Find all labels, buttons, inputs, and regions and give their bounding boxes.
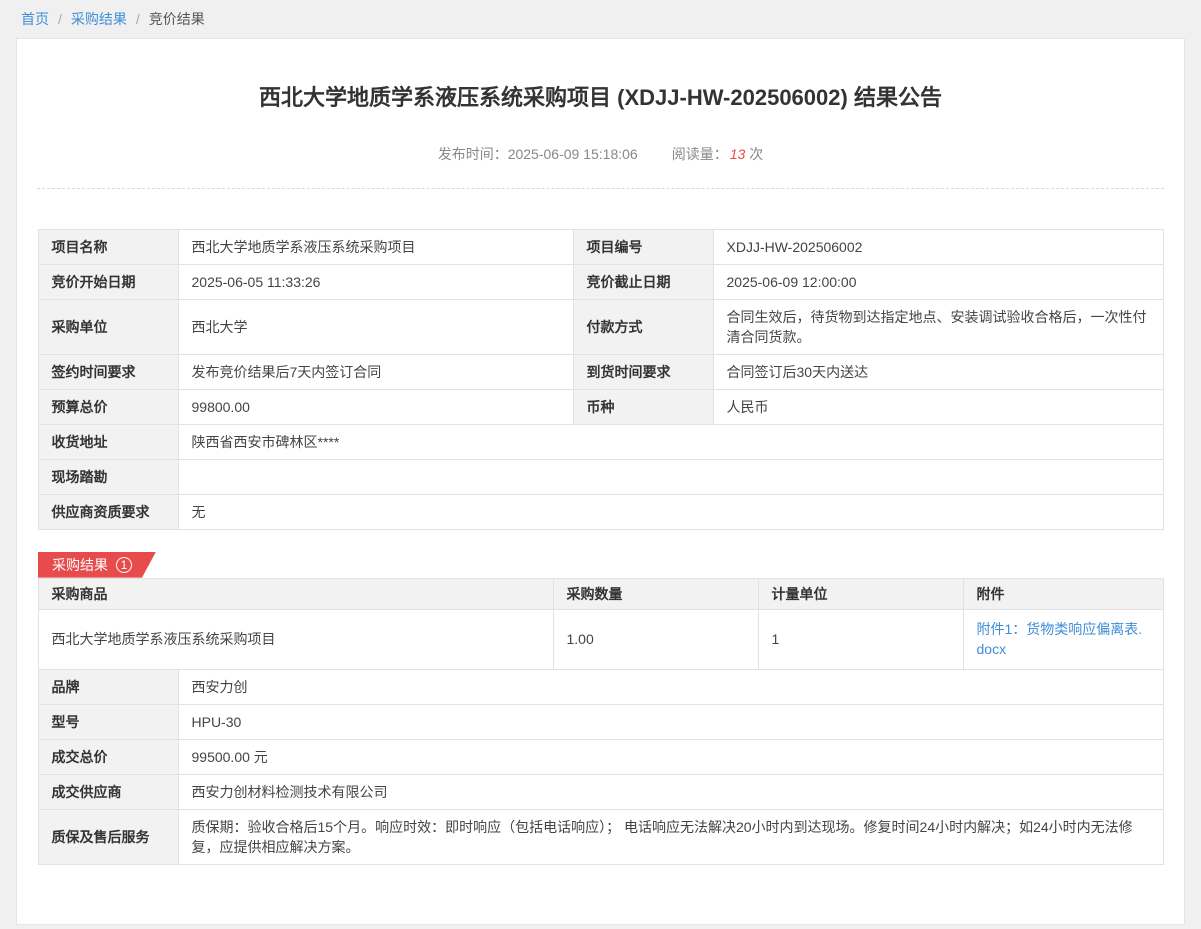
field-label: 到货时间要求 [573,354,713,389]
purchase-result-table: 采购商品采购数量计量单位附件 西北大学地质学系液压系统采购项目1.001 附件1：… [38,578,1164,670]
field-value: 2025-06-05 11:33:26 [178,264,573,299]
field-value: 合同生效后，待货物到达指定地点、安装调试验收合格后，一次性付清合同货款。 [713,299,1163,354]
divider [37,188,1164,189]
project-info-row: 采购单位西北大学付款方式合同生效后，待货物到达指定地点、安装调试验收合格后，一次… [38,299,1163,354]
field-value: 99800.00 [178,389,573,424]
field-label: 现场踏勘 [38,459,178,494]
field-label: 竞价开始日期 [38,264,178,299]
field-label: 币种 [573,389,713,424]
detail-row: 品牌西安力创 [38,669,1163,704]
detail-row: 成交供应商西安力创材料检测技术有限公司 [38,774,1163,809]
result-column-header: 计量单位 [758,578,963,609]
project-info-row: 竞价开始日期2025-06-05 11:33:26竞价截止日期2025-06-0… [38,264,1163,299]
publish-time-value: 2025-06-09 15:18:06 [508,146,638,162]
purchase-result-badge-label: 采购结果 [52,555,108,575]
detail-row: 型号HPU-30 [38,704,1163,739]
detail-label: 型号 [38,704,178,739]
detail-label: 质保及售后服务 [38,809,178,864]
project-info-table: 项目名称西北大学地质学系液压系统采购项目项目编号XDJJ-HW-20250600… [38,229,1164,530]
field-value: 合同签订后30天内送达 [713,354,1163,389]
read-count-value: 13 [730,146,746,162]
detail-value: 99500.00 元 [178,739,1163,774]
result-column-header: 采购数量 [553,578,758,609]
result-column-header: 采购商品 [38,578,553,609]
breadcrumb-item-3: 竞价结果 [149,11,205,27]
read-count-label: 阅读量： [672,146,728,162]
result-row: 西北大学地质学系液压系统采购项目1.001 附件1：货物类响应偏离表.docx [38,609,1163,669]
breadcrumb-separator: / [136,11,140,27]
detail-value: 质保期：验收合格后15个月。响应时效：即时响应（包括电话响应）； 电话响应无法解… [178,809,1163,864]
field-label: 项目名称 [38,229,178,264]
detail-label: 成交总价 [38,739,178,774]
field-value: 人民币 [713,389,1163,424]
detail-row: 质保及售后服务质保期：验收合格后15个月。响应时效：即时响应（包括电话响应）； … [38,809,1163,864]
project-info-row: 签约时间要求发布竞价结果后7天内签订合同到货时间要求合同签订后30天内送达 [38,354,1163,389]
field-value: XDJJ-HW-202506002 [713,229,1163,264]
project-info-row: 预算总价99800.00币种人民币 [38,389,1163,424]
field-label: 竞价截止日期 [573,264,713,299]
field-value: 西北大学 [178,299,573,354]
detail-label: 成交供应商 [38,774,178,809]
result-product: 西北大学地质学系液压系统采购项目 [38,609,553,669]
field-value [178,459,1163,494]
announcement-card: 西北大学地质学系液压系统采购项目 (XDJJ-HW-202506002) 结果公… [16,38,1185,925]
field-label: 付款方式 [573,299,713,354]
detail-label: 品牌 [38,669,178,704]
field-label: 采购单位 [38,299,178,354]
field-value: 陕西省西安市碑林区**** [178,424,1163,459]
purchase-result-count-badge: 1 [116,557,132,573]
publish-time-label: 发布时间： [438,146,508,162]
result-unit: 1 [758,609,963,669]
field-value: 发布竞价结果后7天内签订合同 [178,354,573,389]
field-label: 签约时间要求 [38,354,178,389]
attachment-link[interactable]: 附件1：货物类响应偏离表.docx [977,621,1143,657]
detail-value: 西安力创材料检测技术有限公司 [178,774,1163,809]
field-label: 项目编号 [573,229,713,264]
page-title: 西北大学地质学系液压系统采购项目 (XDJJ-HW-202506002) 结果公… [77,84,1124,113]
project-info-row: 供应商资质要求无 [38,494,1163,529]
read-count-unit: 次 [749,146,763,162]
breadcrumb-separator: / [58,11,62,27]
detail-value: 西安力创 [178,669,1163,704]
field-label: 供应商资质要求 [38,494,178,529]
project-info-row: 现场踏勘 [38,459,1163,494]
breadcrumb: 首页 / 采购结果 / 竞价结果 [0,0,1201,38]
result-column-header: 附件 [963,578,1163,609]
breadcrumb-item-1[interactable]: 首页 [21,11,49,27]
field-label: 收货地址 [38,424,178,459]
deal-detail-table: 品牌西安力创型号HPU-30成交总价99500.00 元成交供应商西安力创材料检… [38,669,1164,865]
field-label: 预算总价 [38,389,178,424]
project-info-row: 项目名称西北大学地质学系液压系统采购项目项目编号XDJJ-HW-20250600… [38,229,1163,264]
result-attachment-cell: 附件1：货物类响应偏离表.docx [963,609,1163,669]
result-quantity: 1.00 [553,609,758,669]
purchase-result-section-header: 采购结果 1 [38,552,1184,578]
detail-value: HPU-30 [178,704,1163,739]
field-value: 西北大学地质学系液压系统采购项目 [178,229,573,264]
publish-info: 发布时间：2025-06-09 15:18:06 阅读量：13次 [17,144,1184,164]
detail-row: 成交总价99500.00 元 [38,739,1163,774]
field-value: 2025-06-09 12:00:00 [713,264,1163,299]
project-info-row: 收货地址陕西省西安市碑林区**** [38,424,1163,459]
breadcrumb-item-2[interactable]: 采购结果 [71,11,127,27]
purchase-result-badge: 采购结果 1 [38,552,156,578]
field-value: 无 [178,494,1163,529]
